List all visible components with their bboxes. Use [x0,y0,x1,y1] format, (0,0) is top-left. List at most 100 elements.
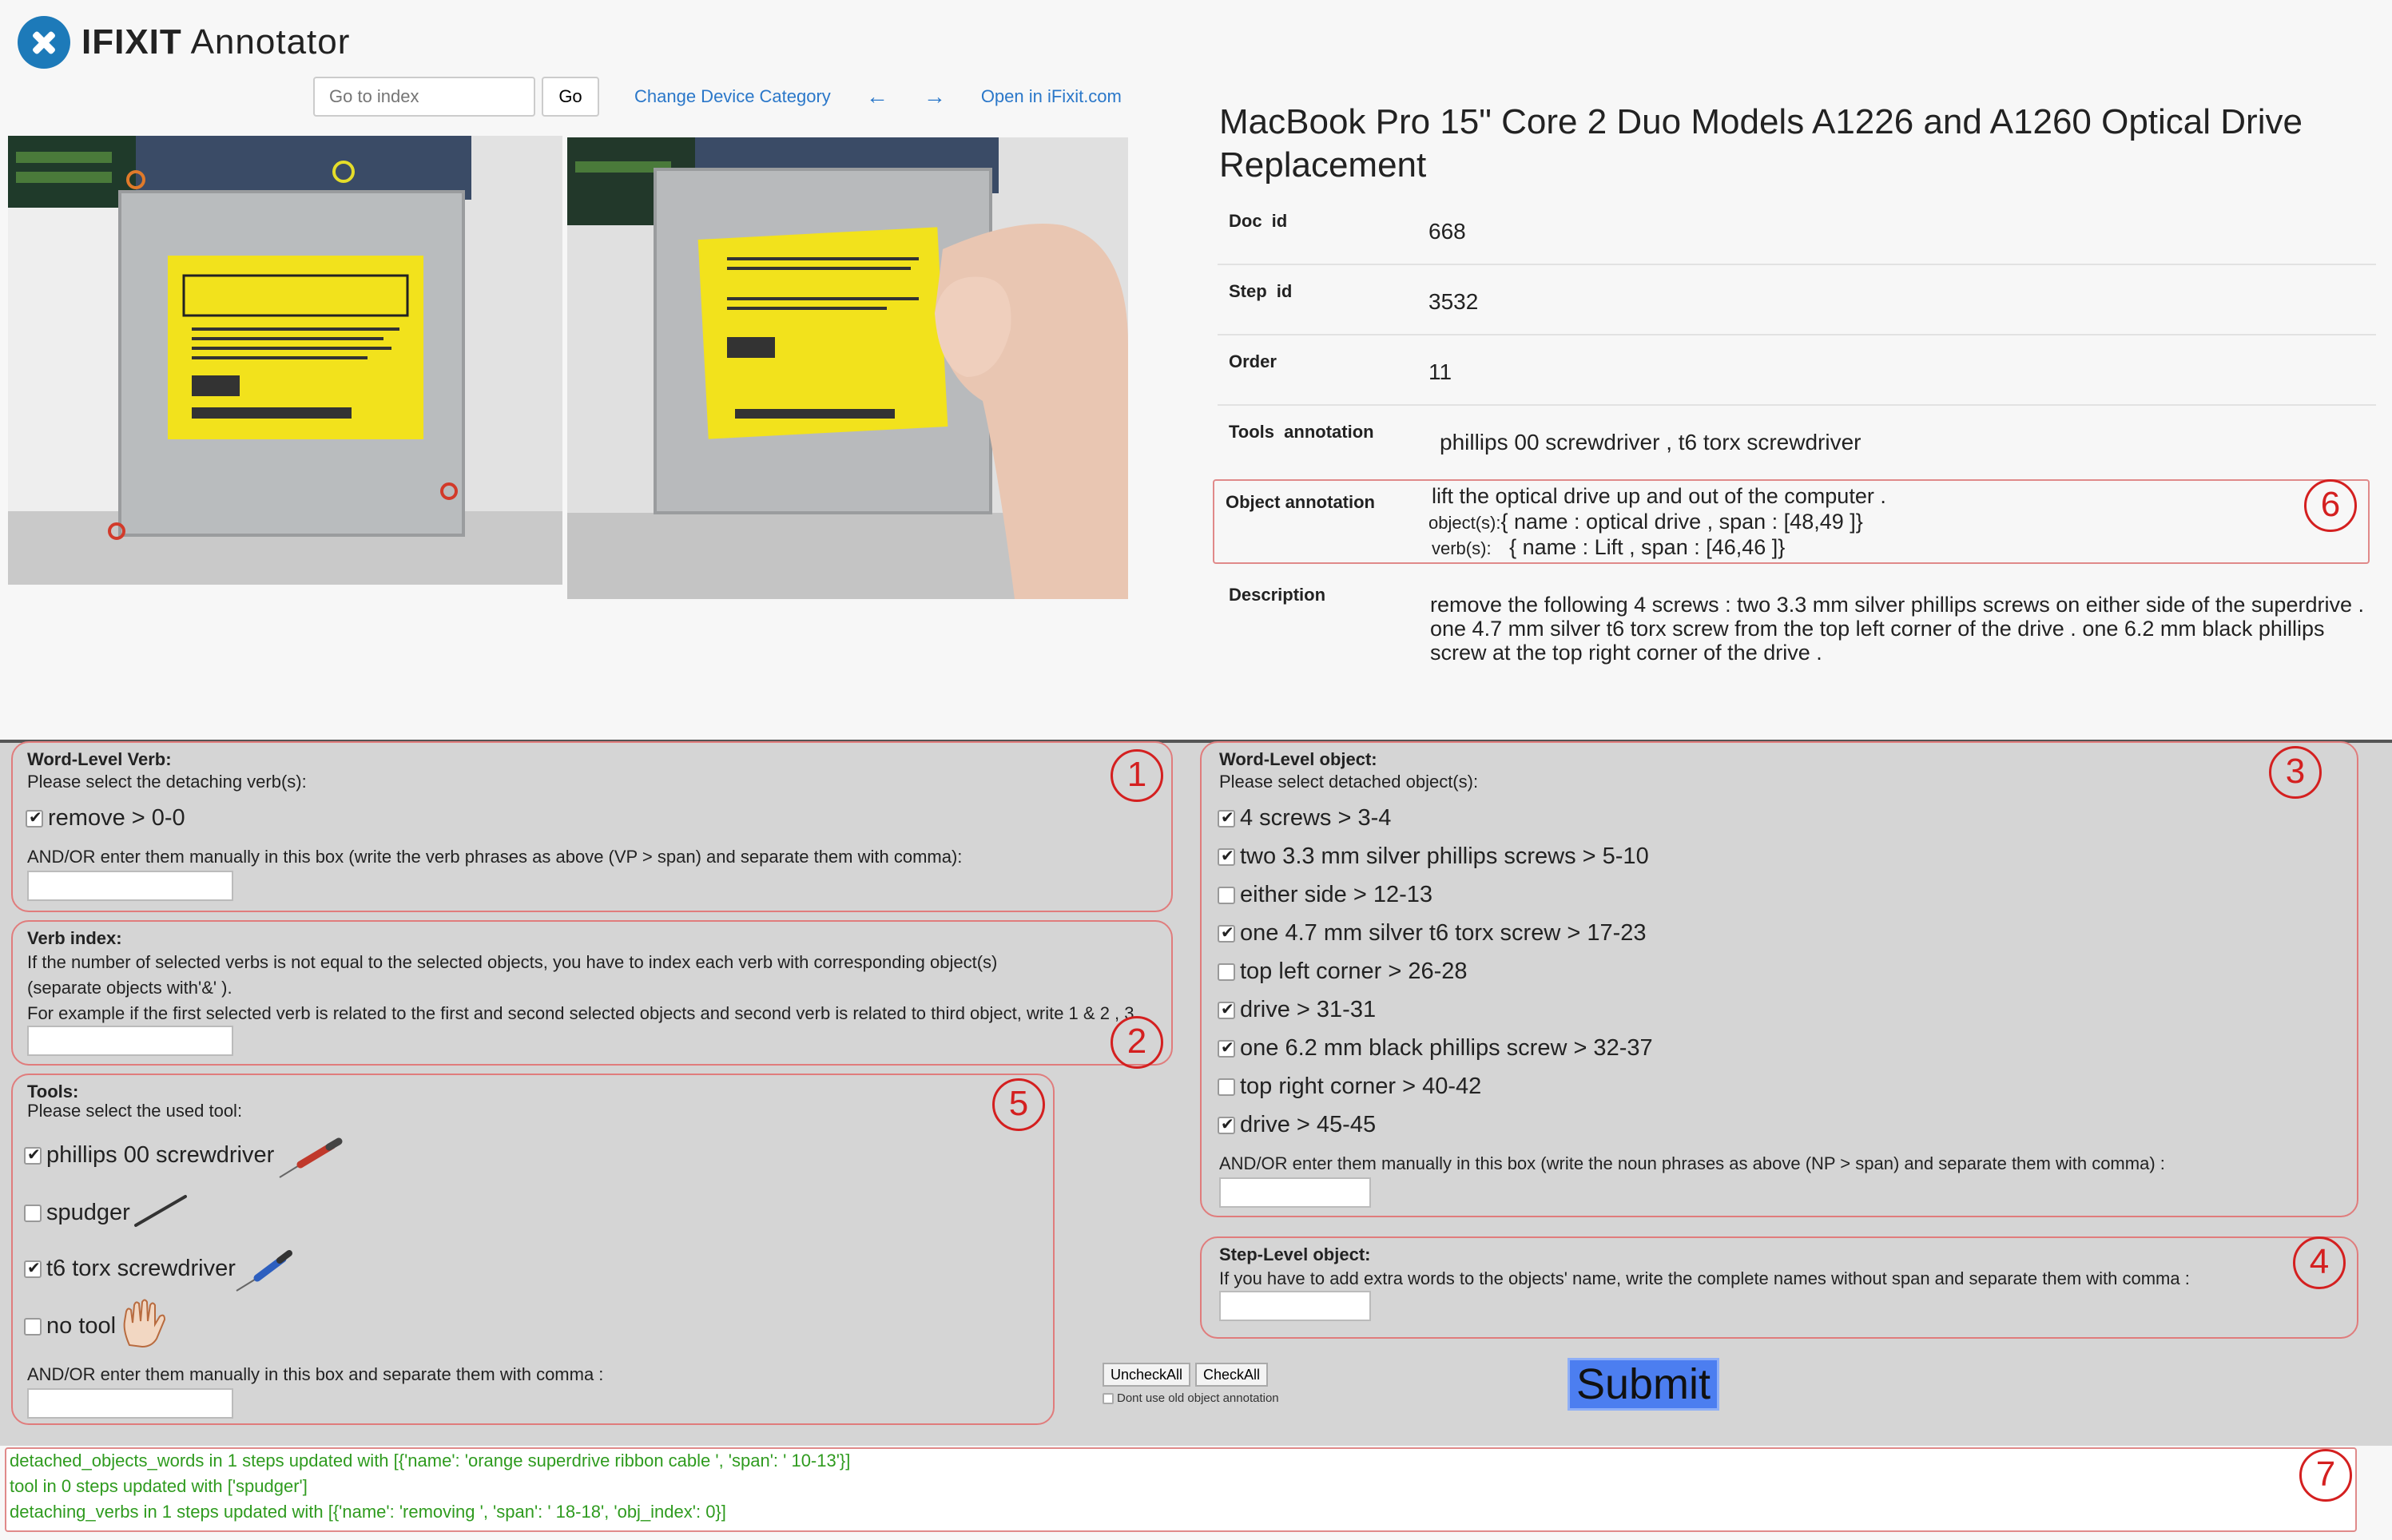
tool-option-label: spudger [46,1200,130,1225]
verbs-prefix: verb(s): [1432,538,1492,558]
verb-manual-note: AND/OR enter them manually in this box (… [27,847,963,867]
doc-info-table: Doc id 668 Step id 3532 Order 11 Tools a… [1218,195,2376,476]
torx-screwdriver-icon [236,1250,292,1292]
object-option-4[interactable]: top left corner > 26-28 [1218,959,1468,985]
verb-option-0[interactable]: remove > 0-0 [26,805,185,832]
dont-use-old-checkbox[interactable] [1103,1392,1114,1404]
object-option-0[interactable]: 4 screws > 3-4 [1218,805,1391,832]
hand-icon [123,1299,166,1348]
go-to-index-input[interactable] [313,77,535,117]
update-log: detached_objects_words in 1 steps update… [5,1447,2357,1532]
verb-index-line-1: If the number of selected verbs is not e… [27,952,998,972]
object-option-5[interactable]: drive > 31-31 [1218,997,1376,1023]
tools-annotation-row: Tools annotation phillips 00 screwdriver… [1218,406,2376,476]
app-title-prefix: IFIXIT [81,22,182,62]
object-option-label: either side > 12-13 [1240,882,1433,907]
object-option-label: top left corner > 26-28 [1240,959,1468,984]
verb-panel-instruction: Please select the detaching verb(s): [27,772,307,792]
log-line-2: tool in 0 steps updated with ['spudger'] [10,1476,308,1496]
verb-manual-input[interactable] [27,871,233,901]
object-option-label: drive > 45-45 [1240,1112,1377,1137]
order-row: Order 11 [1218,335,2376,406]
object-panel-instruction: Please select detached object(s): [1219,772,1479,792]
verb-panel-heading: Word-Level Verb: [27,749,172,769]
uncheck-all-button[interactable]: UncheckAll [1103,1363,1191,1387]
tool-option-spudger[interactable]: spudger [24,1200,130,1226]
doc-id-value: 668 [1428,219,1466,244]
marker-4: 4 [2293,1236,2346,1289]
dont-use-old-label: Dont use old object annotation [1117,1391,1279,1405]
object-checkbox[interactable] [1218,1038,1235,1058]
object-option-1[interactable]: two 3.3 mm silver phillips screws > 5-10 [1218,843,1649,870]
tools-panel: Tools: Please select the used tool: phil… [11,1074,1055,1425]
object-option-label: one 6.2 mm black phillips screw > 32-37 [1240,1035,1653,1061]
object-option-3[interactable]: one 4.7 mm silver t6 torx screw > 17-23 [1218,920,1647,947]
object-manual-input[interactable] [1219,1177,1371,1208]
tool-checkbox-no-tool[interactable] [24,1317,42,1336]
object-annotation-box: Object annotation lift the optical drive… [1213,479,2370,564]
verb-checkbox-0[interactable] [26,808,43,828]
object-option-8[interactable]: drive > 45-45 [1218,1112,1376,1138]
object-option-2[interactable]: either side > 12-13 [1218,882,1432,908]
object-option-label: top right corner > 40-42 [1240,1074,1482,1099]
object-checkbox[interactable] [1218,846,1235,866]
tools-manual-note: AND/OR enter them manually in this box a… [27,1364,604,1384]
app-logo: IFIXIT Annotator [18,16,350,69]
step-photo-1 [8,136,562,585]
tool-option-label: no tool [46,1313,117,1339]
object-option-7[interactable]: top right corner > 40-42 [1218,1074,1481,1100]
tools-panel-heading: Tools: [27,1082,79,1101]
next-step-arrow[interactable]: → [924,84,946,109]
previous-step-arrow[interactable]: ← [866,84,888,109]
header: IFIXIT Annotator Go Change Device Catego… [0,0,2392,743]
tool-checkbox-spudger[interactable] [24,1204,42,1222]
open-in-ifixit-link[interactable]: Open in iFixit.com [981,86,1122,107]
tools-annotation-label: Tools annotation [1229,422,1374,442]
tool-option-no-tool[interactable]: no tool [24,1313,116,1340]
object-annotation-sentence: lift the optical drive up and out of the… [1432,484,1886,508]
tool-option-torx[interactable]: t6 torx screwdriver [24,1256,236,1282]
go-button[interactable]: Go [542,77,599,117]
tool-checkbox-torx[interactable] [24,1258,42,1278]
tools-annotation-value: phillips 00 screwdriver , t6 torx screwd… [1440,430,1862,454]
spudger-icon [134,1195,187,1227]
tool-checkbox-phillips[interactable] [24,1145,42,1165]
step-object-instruction: If you have to add extra words to the ob… [1219,1268,2190,1288]
object-manual-note: AND/OR enter them manually in this box (… [1219,1153,2165,1173]
verb-index-line-2: (separate objects with'&' ). [27,978,232,998]
object-option-6[interactable]: one 6.2 mm black phillips screw > 32-37 [1218,1035,1653,1062]
object-annotation-label: Object annotation [1226,492,1375,512]
verb-option-label: remove > 0-0 [48,805,185,831]
objects-value: { name : optical drive , span : [48,49 ]… [1500,510,1863,534]
verb-index-heading: Verb index: [27,928,122,948]
object-panel-heading: Word-Level object: [1219,749,1377,769]
change-device-category-link[interactable]: Change Device Category [634,86,831,107]
step-id-value: 3532 [1428,289,1479,314]
verbs-value: { name : Lift , span : [46,46 ]} [1509,535,1786,559]
submit-button[interactable]: Submit [1568,1358,1719,1411]
app-title-suffix: Annotator [190,22,351,62]
marker-5: 5 [992,1078,1045,1131]
object-option-label: 4 screws > 3-4 [1240,805,1392,831]
tools-manual-input[interactable] [27,1388,233,1419]
object-checkbox[interactable] [1218,999,1235,1019]
verb-index-input[interactable] [27,1026,233,1056]
tool-option-label: phillips 00 screwdriver [46,1142,275,1168]
object-option-label: two 3.3 mm silver phillips screws > 5-10 [1240,843,1649,869]
object-checkbox[interactable] [1218,923,1235,943]
word-level-verb-panel: Word-Level Verb: Please select the detac… [11,741,1173,912]
step-photo-2 [567,137,1128,599]
dont-use-old-annotation-option[interactable]: Dont use old object annotation [1103,1391,1279,1405]
object-checkbox[interactable] [1218,808,1235,828]
object-checkbox[interactable] [1218,886,1235,904]
object-checkbox[interactable] [1218,963,1235,981]
check-all-button[interactable]: CheckAll [1195,1363,1269,1387]
ifixit-logo-icon [18,16,70,69]
object-checkbox[interactable] [1218,1114,1235,1134]
object-checkbox[interactable] [1218,1078,1235,1096]
tools-panel-instruction: Please select the used tool: [27,1101,243,1121]
step-object-input[interactable] [1219,1291,1371,1321]
word-level-object-panel: Word-Level object: Please select detache… [1200,741,2358,1217]
tool-option-phillips[interactable]: phillips 00 screwdriver [24,1142,274,1169]
step-id-row: Step id 3532 [1218,265,2376,335]
